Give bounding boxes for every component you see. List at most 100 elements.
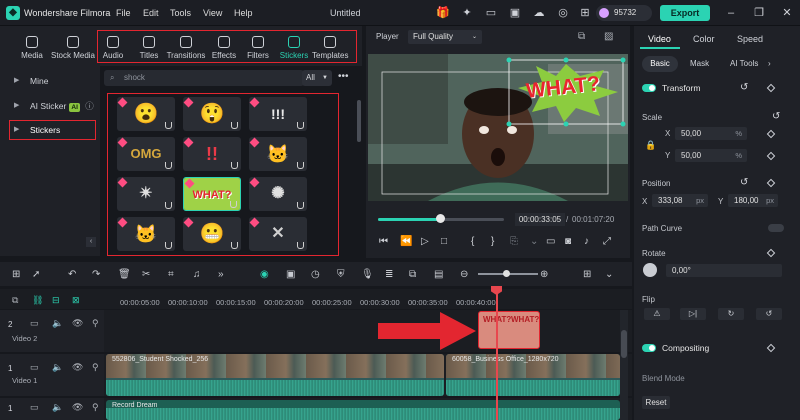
sticker-thumbnail-cracked-glass[interactable]: ✕ (249, 217, 307, 251)
download-icon[interactable] (165, 162, 172, 169)
tab-color[interactable]: Color (693, 34, 715, 44)
sticker-thumbnail-shocked-cat[interactable]: 🐱 (249, 137, 307, 171)
chevron-right-icon[interactable]: › (768, 56, 771, 72)
picture-in-picture-icon[interactable]: ⧉ (409, 269, 416, 280)
snap-magnet-icon[interactable]: ◉ (260, 269, 269, 280)
sticker-thumbnail-exclamation-marks[interactable]: !!! (249, 97, 307, 131)
sticker-thumbnail-shocked-cat-2[interactable]: 🐱 (117, 217, 175, 251)
snapshot-image-icon[interactable]: ▨ (604, 31, 613, 42)
rotate-field[interactable]: 0,00° (666, 264, 782, 277)
tab-media[interactable]: Media (14, 36, 50, 64)
reset-rotate-icon[interactable]: ↺ (740, 82, 748, 93)
tab-titles[interactable]: Titles (136, 36, 162, 64)
maximize-icon[interactable]: ❐ (752, 6, 766, 20)
microphone-icon[interactable]: 🎙 (361, 269, 374, 280)
subtab-mask[interactable]: Mask (690, 56, 709, 72)
monitor-icon[interactable]: ▭ (484, 6, 498, 20)
sidebar-item-ai-sticker[interactable]: ▶ AI Sticker AI ⓘ (8, 97, 96, 115)
download-icon[interactable] (231, 242, 238, 249)
cloud-icon[interactable]: ☁ (532, 6, 546, 20)
sticker-thumbnail-surprised-face-emoji[interactable]: 😲 (183, 97, 241, 131)
mark-out-icon[interactable]: } (491, 236, 494, 247)
rotate-ccw-button[interactable]: ↺ (756, 308, 782, 320)
quality-dropdown[interactable]: Full Quality ⌄ (408, 30, 482, 44)
lock-icon[interactable]: ⚲ (92, 362, 99, 373)
sticker-thumbnail-what-text[interactable]: WHAT? (183, 177, 241, 211)
render-icon[interactable]: ⎘ (510, 236, 518, 247)
zoom-in-icon[interactable]: ⊕ (540, 269, 548, 280)
video-preview[interactable]: WHAT? (368, 54, 628, 201)
headset-icon[interactable]: ◎ (556, 6, 570, 20)
more-options-icon[interactable]: ••• (338, 71, 349, 82)
camera-snapshot-icon[interactable]: ◙ (565, 236, 571, 247)
menu-file[interactable]: File (116, 8, 131, 18)
step-back-icon[interactable]: ⏪ (400, 236, 412, 247)
subtab-basic[interactable]: Basic (642, 56, 678, 72)
audio-icon[interactable]: 🔈 (52, 362, 63, 373)
help-icon[interactable]: ⓘ (85, 101, 94, 111)
minimize-icon[interactable]: – (724, 6, 738, 20)
playhead-line[interactable] (496, 286, 498, 420)
download-icon[interactable] (165, 122, 172, 129)
undo-icon[interactable]: ↶ (68, 269, 76, 280)
subtab-ai-tools[interactable]: AI Tools (730, 56, 758, 72)
voiceover-list-icon[interactable]: ≣ (385, 269, 393, 280)
download-icon[interactable] (297, 202, 304, 209)
mark-in-icon[interactable]: { (471, 236, 474, 247)
previous-frame-icon[interactable]: ⏮ (379, 236, 388, 247)
download-icon[interactable] (231, 122, 238, 129)
credits-badge[interactable]: 95732 (596, 5, 652, 21)
sticker-thumbnail-red-exclamation[interactable]: !! (183, 137, 241, 171)
download-icon[interactable] (297, 242, 304, 249)
speed-icon[interactable]: ◷ (311, 269, 320, 280)
transform-toggle[interactable] (642, 84, 656, 92)
fullscreen-icon[interactable]: ⤢ (603, 236, 611, 247)
group-icon[interactable]: ⊟ (52, 295, 60, 306)
auto-reframe-icon[interactable]: ▣ (286, 269, 295, 280)
marker-icon[interactable]: ⊠ (72, 295, 80, 306)
seek-handle[interactable] (436, 214, 445, 223)
split-scissors-icon[interactable]: ✂ (142, 269, 150, 280)
download-icon[interactable] (297, 162, 304, 169)
sidebar-item-stickers[interactable]: ▶ Stickers (8, 121, 96, 139)
audio-icon[interactable]: 🔈 (52, 318, 63, 329)
flip-horizontal-button[interactable]: ⚠ (644, 308, 670, 320)
rotate-cw-button[interactable]: ↻ (718, 308, 744, 320)
audio-edit-icon[interactable]: ♫ (193, 269, 201, 280)
grid-view-icon[interactable]: ⊞ (583, 269, 591, 280)
timeline-scroll-thumb[interactable] (621, 330, 627, 358)
zoom-out-icon[interactable]: ⊖ (460, 269, 468, 280)
rotate-dial[interactable] (643, 263, 657, 277)
lock-icon[interactable]: ⚲ (92, 402, 99, 413)
eye-icon[interactable]: 👁 (72, 402, 83, 413)
more-tools-icon[interactable]: » (218, 269, 224, 280)
add-track-icon[interactable]: ⧉ (12, 295, 18, 306)
timeline-scrollbar[interactable] (620, 310, 628, 420)
redo-icon[interactable]: ↷ (92, 269, 100, 280)
filter-dropdown[interactable]: All ▼ (302, 70, 332, 86)
tab-transitions[interactable]: Transitions (166, 36, 206, 64)
save-icon[interactable]: ▣ (508, 6, 522, 20)
download-icon[interactable] (231, 162, 238, 169)
download-icon[interactable] (230, 201, 237, 208)
chevron-down-icon[interactable]: ⌄ (605, 269, 613, 280)
menu-edit[interactable]: Edit (143, 8, 159, 18)
export-button[interactable]: Export (660, 5, 710, 21)
link-icon[interactable]: ⛓ (32, 295, 43, 306)
sticker-thumbnail-omg-text[interactable]: OMG (117, 137, 175, 171)
display-settings-icon[interactable]: ▤ (434, 269, 443, 280)
gift-icon[interactable]: 🎁 (436, 6, 450, 20)
scrollbar[interactable] (357, 100, 361, 142)
video-clip-student-shocked[interactable]: 552806_Student Shocked_256 (106, 354, 444, 396)
crop-icon[interactable]: ⌗ (168, 269, 174, 280)
tab-video[interactable]: Video (648, 34, 671, 44)
display-icon[interactable]: ▭ (546, 236, 555, 247)
menu-view[interactable]: View (203, 8, 222, 18)
folder-icon[interactable]: ▭ (30, 362, 39, 373)
play-icon[interactable]: ▷ (421, 236, 429, 247)
preview-options-icon[interactable]: ⌄ (530, 236, 538, 247)
flip-vertical-button[interactable]: ▷| (680, 308, 706, 320)
tab-effects[interactable]: Effects (210, 36, 238, 64)
scale-x-field[interactable]: 50,00% (675, 127, 747, 140)
stop-icon[interactable]: □ (441, 236, 447, 247)
